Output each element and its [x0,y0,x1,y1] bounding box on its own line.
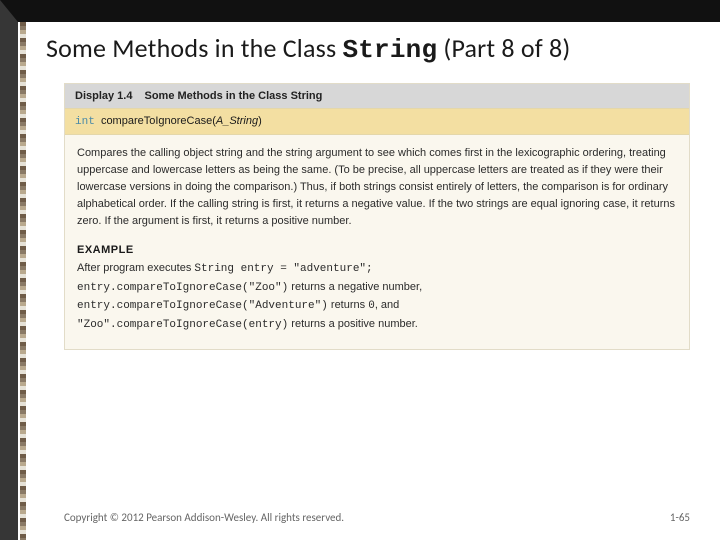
example-line-1: entry.compareToIgnoreCase("Zoo") returns… [77,279,677,298]
example-3-code: "Zoo".compareToIgnoreCase(entry) [77,319,288,331]
example-declaration-code: String entry = "adventure"; [194,263,372,275]
method-arg: A_String [216,115,258,127]
vertical-stripe-decoration [20,22,26,540]
method-close-paren: ) [258,115,262,127]
example-1-code: entry.compareToIgnoreCase("Zoo") [77,282,288,294]
method-signature: int compareToIgnoreCase(A_String) [65,108,689,135]
panel-header: Display 1.4 Some Methods in the Class St… [65,84,689,108]
title-prefix: Some Methods in the Class [46,32,342,64]
return-type: int [75,116,95,128]
example-body: After program executes String entry = "a… [65,258,689,348]
example-2-tail: , and [375,299,399,311]
footer: Copyright © 2012 Pearson Addison-Wesley.… [64,511,690,524]
page-title: Some Methods in the Class String (Part 8… [18,22,720,83]
copyright-text: Copyright © 2012 Pearson Addison-Wesley.… [64,511,344,524]
display-title: Some Methods in the Class String [144,90,322,102]
display-label: Display 1.4 [75,90,132,102]
example-line-3: "Zoo".compareToIgnoreCase(entry) returns… [77,316,677,335]
content-panel: Display 1.4 Some Methods in the Class St… [64,83,690,350]
title-class-code: String [342,35,437,65]
example-line-2: entry.compareToIgnoreCase("Adventure") r… [77,297,677,316]
example-2-mid: returns [328,299,368,311]
slide: Some Methods in the Class String (Part 8… [0,0,720,540]
example-intro: After program executes [77,262,194,274]
example-1-tail: returns a negative number, [288,281,422,293]
method-name: compareToIgnoreCase( [101,115,216,127]
example-3-tail: returns a positive number. [288,318,418,330]
title-suffix: (Part 8 of 8) [437,32,570,64]
example-line-decl: After program executes String entry = "a… [77,260,677,279]
example-2-val: 0 [368,300,375,312]
page-number: 1-65 [670,511,690,524]
example-2-code: entry.compareToIgnoreCase("Adventure") [77,300,328,312]
method-description: Compares the calling object string and t… [65,135,689,236]
example-heading: EXAMPLE [65,236,689,258]
